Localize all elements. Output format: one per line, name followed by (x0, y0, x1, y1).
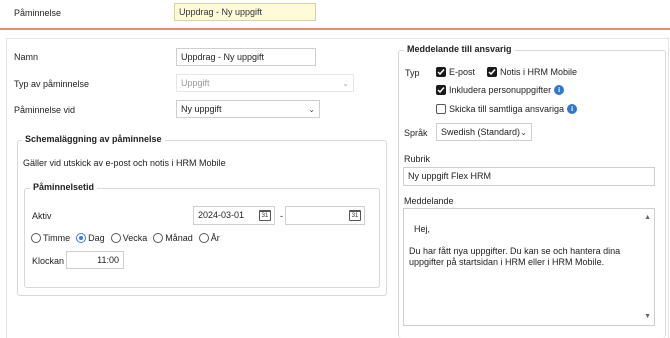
info-icon[interactable]: i (567, 104, 578, 114)
scroll-down-icon[interactable]: ▼ (644, 311, 651, 322)
radio-hour-label: Timme (43, 233, 71, 243)
radio-circle[interactable] (76, 233, 87, 243)
language-label: Språk (404, 128, 428, 138)
check-icon (437, 87, 445, 94)
date-from-value: 2024-03-01 (198, 210, 245, 220)
date-from-input[interactable]: 2024-03-01 31 (193, 206, 275, 225)
radio-month[interactable]: Månad (153, 233, 193, 243)
subject-input[interactable]: Ny uppgift Flex HRM (403, 167, 655, 186)
radio-circle[interactable] (31, 233, 41, 243)
schedule-legend: Schemaläggning av påminnelse (22, 134, 165, 144)
time-input[interactable]: 11:00 (66, 251, 124, 269)
body-textarea[interactable]: Hej, Du har fått nya uppgifter. Du kan s… (403, 208, 655, 326)
body-label: Meddelande (404, 196, 454, 206)
radio-hour[interactable]: Timme (31, 233, 70, 243)
include-person-checkbox[interactable] (436, 85, 446, 95)
language-select[interactable]: Swedish (Standard) ⌄ (436, 123, 532, 141)
include-person-option[interactable]: Inkludera personuppgifter i (436, 85, 565, 95)
date-separator: - (280, 211, 283, 221)
radio-circle[interactable] (153, 233, 164, 243)
date-to-input[interactable]: 31 (285, 206, 365, 225)
header-divider (0, 28, 670, 30)
email-option[interactable]: E-post (436, 67, 475, 77)
reminder-trigger-value: Ny uppgift (181, 104, 222, 114)
calendar-icon[interactable]: 31 (259, 210, 271, 221)
radio-month-label: Månad (165, 233, 193, 243)
radio-year-label: År (210, 233, 220, 243)
time-label: Klockan (32, 256, 65, 266)
radio-day[interactable]: Dag (76, 233, 105, 243)
reminder-type-select[interactable]: Uppgift ⌄ (176, 74, 354, 92)
reminder-trigger-label: Påminnelse vid (14, 105, 76, 115)
name-label: Namn (14, 52, 39, 62)
email-label: E-post (449, 67, 476, 77)
message-legend: Meddelande till ansvarig (404, 44, 515, 54)
radio-week-label: Vecka (122, 233, 148, 243)
send-all-checkbox[interactable] (436, 104, 446, 114)
reminder-title-field[interactable]: Uppdrag - Ny uppgift (174, 3, 316, 21)
reminder-label: Påminnelse (14, 8, 62, 18)
name-input[interactable]: Uppdrag - Ny uppgift (176, 48, 316, 66)
body-text: Hej, Du har fått nya uppgifter. Du kan s… (409, 224, 621, 267)
info-icon[interactable]: i (554, 85, 565, 95)
include-person-label: Inkludera personuppgifter (449, 85, 552, 95)
chevron-down-icon: ⌄ (342, 78, 349, 88)
reminder-type-label: Typ av påminnelse (14, 79, 90, 89)
radio-week[interactable]: Vecka (110, 233, 148, 243)
reminder-trigger-select[interactable]: Ny uppgift ⌄ (176, 100, 320, 118)
scroll-up-icon[interactable]: ▲ (644, 212, 651, 223)
reminder-type-value: Uppgift (181, 78, 210, 88)
message-type-label: Typ (405, 68, 420, 78)
check-icon (488, 69, 496, 76)
mobile-notification-checkbox[interactable] (487, 67, 497, 77)
schedule-description: Gäller vid utskick av e-post och notis i… (23, 158, 226, 168)
interval-radio-group: Timme Dag Vecka Månad År (31, 233, 226, 243)
period-legend: Påminnelsetid (30, 182, 98, 192)
radio-day-label: Dag (88, 233, 105, 243)
language-value: Swedish (Standard) (441, 127, 521, 137)
check-icon (437, 69, 445, 76)
radio-circle[interactable] (110, 233, 121, 243)
send-all-label: Skicka till samtliga ansvariga (449, 104, 565, 114)
active-label: Aktiv (32, 211, 52, 221)
mobile-notification-label: Notis i HRM Mobile (500, 67, 578, 77)
chevron-down-icon: ⌄ (520, 127, 527, 137)
subject-label: Rubrik (404, 154, 431, 164)
calendar-icon[interactable]: 31 (349, 210, 361, 221)
radio-circle[interactable] (198, 233, 209, 243)
chevron-down-icon: ⌄ (308, 104, 315, 114)
send-all-option[interactable]: Skicka till samtliga ansvariga i (436, 104, 578, 114)
mobile-notification-option[interactable]: Notis i HRM Mobile (487, 67, 577, 77)
radio-year[interactable]: År (198, 233, 220, 243)
email-checkbox[interactable] (436, 67, 446, 77)
